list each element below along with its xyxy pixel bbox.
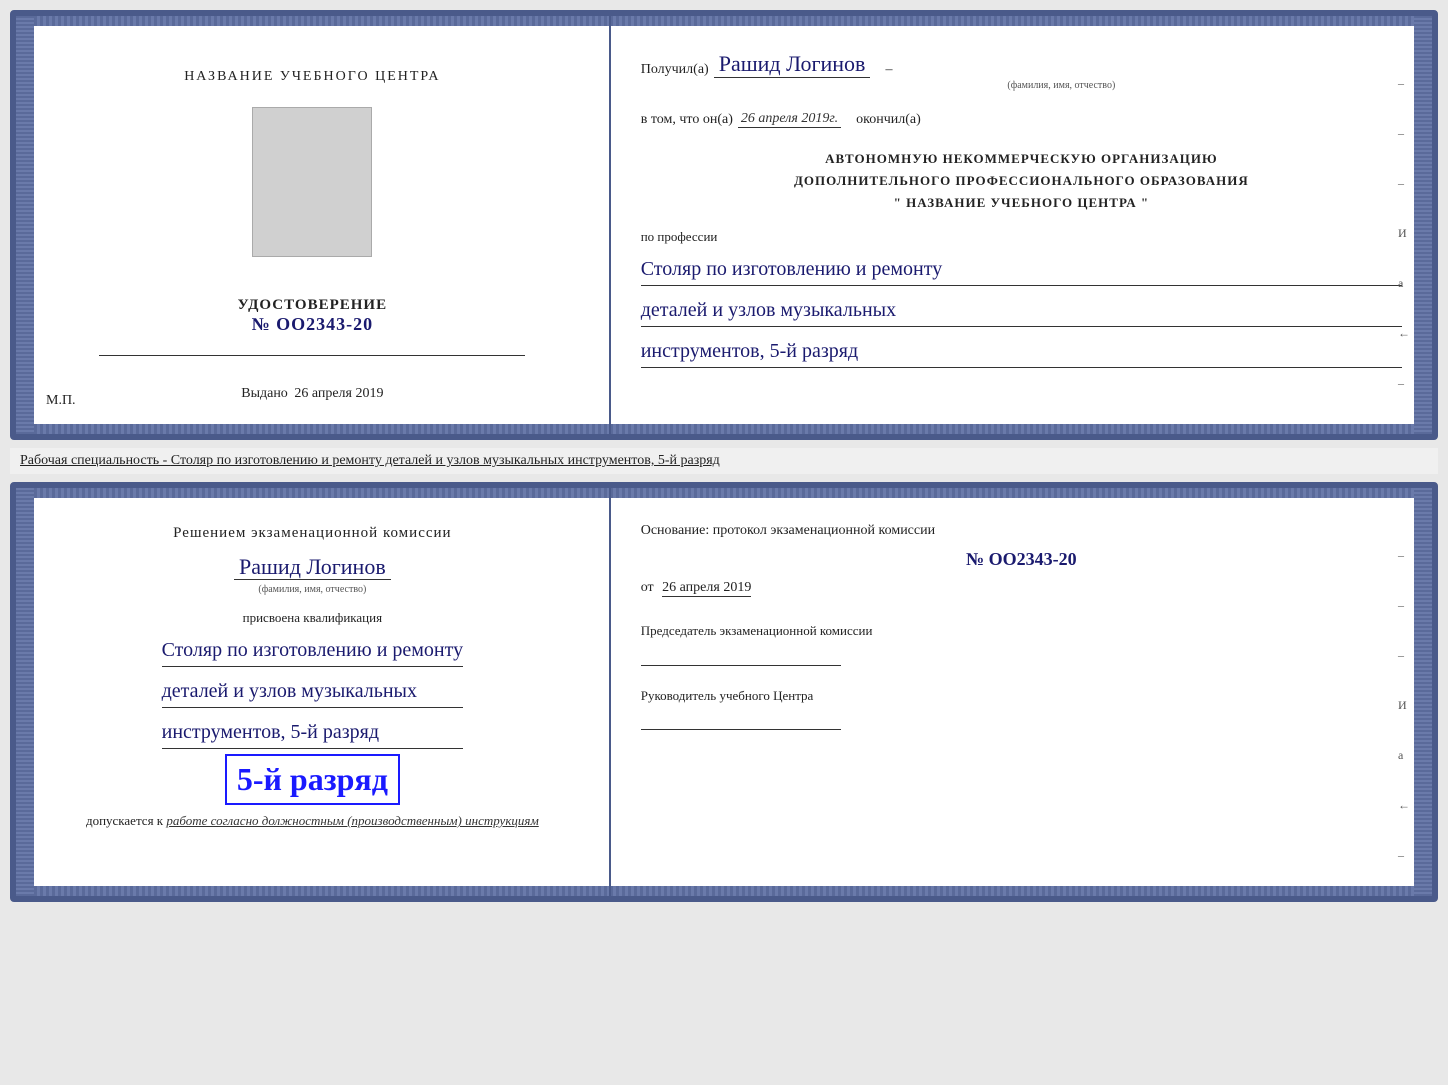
spine-right-top: [1414, 16, 1432, 434]
vtom-date: 26 апреля 2019г.: [738, 111, 841, 128]
commission-number: № OO2343-20: [641, 549, 1402, 570]
dopuskaetsya-text: работе согласно должностным (производств…: [166, 813, 538, 828]
bottom-recipient-name: Рашид Логинов: [234, 554, 391, 580]
spine-left-top: [16, 16, 34, 434]
spine-left-bottom: [16, 488, 34, 896]
ot-label: от: [641, 580, 654, 595]
org-line3: " НАЗВАНИЕ УЧЕБНОГО ЦЕНТРА ": [641, 192, 1402, 214]
poluchil-label: Получил(a): [641, 62, 709, 78]
org-block: АВТОНОМНУЮ НЕКОММЕРЧЕСКУЮ ОРГАНИЗАЦИЮ ДО…: [641, 148, 1402, 214]
udostoverenie-block: УДОСТОВЕРЕНИЕ № OO2343-20: [238, 297, 388, 335]
profession-line2: деталей и узлов музыкальных: [641, 294, 1402, 327]
profession-line3: инструментов, 5-й разряд: [641, 335, 1402, 368]
fio-subtitle: (фамилия, имя, отчество): [721, 80, 1402, 91]
recipient-name: Рашид Логинов: [714, 51, 871, 78]
bottom-document-card: Решением экзаменационной комиссии Рашид …: [10, 482, 1438, 902]
specialty-value: Столяр по изготовлению и ремонту деталей…: [171, 453, 720, 468]
predsedatel-block: Председатель экзаменационной комиссии: [641, 621, 1402, 666]
poprofessii-label: по профессии: [641, 229, 718, 244]
rukovoditel-signature-line: [641, 710, 841, 730]
rukovoditel-label: Руководитель учебного Центра: [641, 686, 1402, 706]
profession-line1: Столяр по изготовлению и ремонту: [641, 253, 1402, 286]
bottom-right-panel: Основание: протокол экзаменационной коми…: [611, 488, 1432, 896]
bottom-profession-line1: Столяр по изготовлению и ремонту: [162, 634, 464, 667]
udostoverenie-title: УДОСТОВЕРЕНИЕ: [238, 297, 388, 314]
prisvoena-label: присвоена квалификация: [243, 610, 382, 626]
udostoverenie-number: № OO2343-20: [238, 314, 388, 335]
center-title: НАЗВАНИЕ УЧЕБНОГО ЦЕНТРА: [184, 66, 440, 87]
predsedatel-signature-line: [641, 646, 841, 666]
org-line2: ДОПОЛНИТЕЛЬНОГО ПРОФЕССИОНАЛЬНОГО ОБРАЗО…: [641, 170, 1402, 192]
right-markers-bottom: – – – И а ← – – –: [1398, 548, 1410, 902]
vtom-label: в том, что он(а): [641, 112, 733, 128]
vydano-date: 26 апреля 2019: [294, 386, 383, 401]
razryad-big-text: 5-й разряд: [237, 761, 388, 798]
resheniem-title: Решением экзаменационной комиссии: [173, 523, 451, 544]
poprofessii-row: по профессии: [641, 229, 1402, 245]
spine-right-bottom: [1414, 488, 1432, 896]
osnov-label: Основание: протокол экзаменационной коми…: [641, 523, 935, 538]
osnov-block: Основание: протокол экзаменационной коми…: [641, 523, 1402, 596]
top-document-card: НАЗВАНИЕ УЧЕБНОГО ЦЕНТРА УДОСТОВЕРЕНИЕ №…: [10, 10, 1438, 440]
photo-placeholder: [252, 107, 372, 257]
okonchil-label: окончил(а): [856, 112, 921, 128]
top-right-panel: Получил(a) Рашид Логинов – (фамилия, имя…: [611, 16, 1432, 434]
org-line1: АВТОНОМНУЮ НЕКОММЕРЧЕСКУЮ ОРГАНИЗАЦИЮ: [641, 148, 1402, 170]
bottom-fio-sub: (фамилия, имя, отчество): [258, 584, 366, 595]
dopuskaetsya-row: допускается к работе согласно должностны…: [86, 813, 539, 829]
vydano-row: Выдано 26 апреля 2019: [241, 386, 383, 402]
profession-lines-top: Столяр по изготовлению и ремонту деталей…: [641, 253, 1402, 368]
predsedatel-label: Председатель экзаменационной комиссии: [641, 621, 1402, 641]
dash-after-name: –: [885, 62, 892, 78]
bottom-date: 26 апреля 2019: [662, 580, 751, 597]
dopuskaetsya-label: допускается к: [86, 813, 163, 828]
bottom-profession-line3: инструментов, 5-й разряд: [162, 716, 464, 749]
specialty-label: Рабочая специальность -: [20, 453, 171, 468]
right-markers-top: – – – И а ← – – –: [1398, 76, 1410, 440]
ot-date-row: от 26 апреля 2019: [641, 580, 1402, 596]
top-left-panel: НАЗВАНИЕ УЧЕБНОГО ЦЕНТРА УДОСТОВЕРЕНИЕ №…: [16, 16, 611, 434]
vtom-row: в том, что он(а) 26 апреля 2019г. окончи…: [641, 111, 1402, 128]
poluchil-row: Получил(a) Рашид Логинов –: [641, 51, 1402, 78]
bottom-profession-line2: деталей и узлов музыкальных: [162, 675, 464, 708]
bottom-profession-lines: Столяр по изготовлению и ремонту деталей…: [162, 626, 464, 749]
specialty-text-bar: Рабочая специальность - Столяр по изгото…: [10, 448, 1438, 474]
bottom-left-panel: Решением экзаменационной комиссии Рашид …: [16, 488, 611, 896]
vydano-label: Выдано: [241, 386, 288, 401]
mp-label: М.П.: [46, 393, 76, 409]
rukovoditel-block: Руководитель учебного Центра: [641, 686, 1402, 731]
highlight-razryad-box: 5-й разряд: [225, 754, 400, 805]
